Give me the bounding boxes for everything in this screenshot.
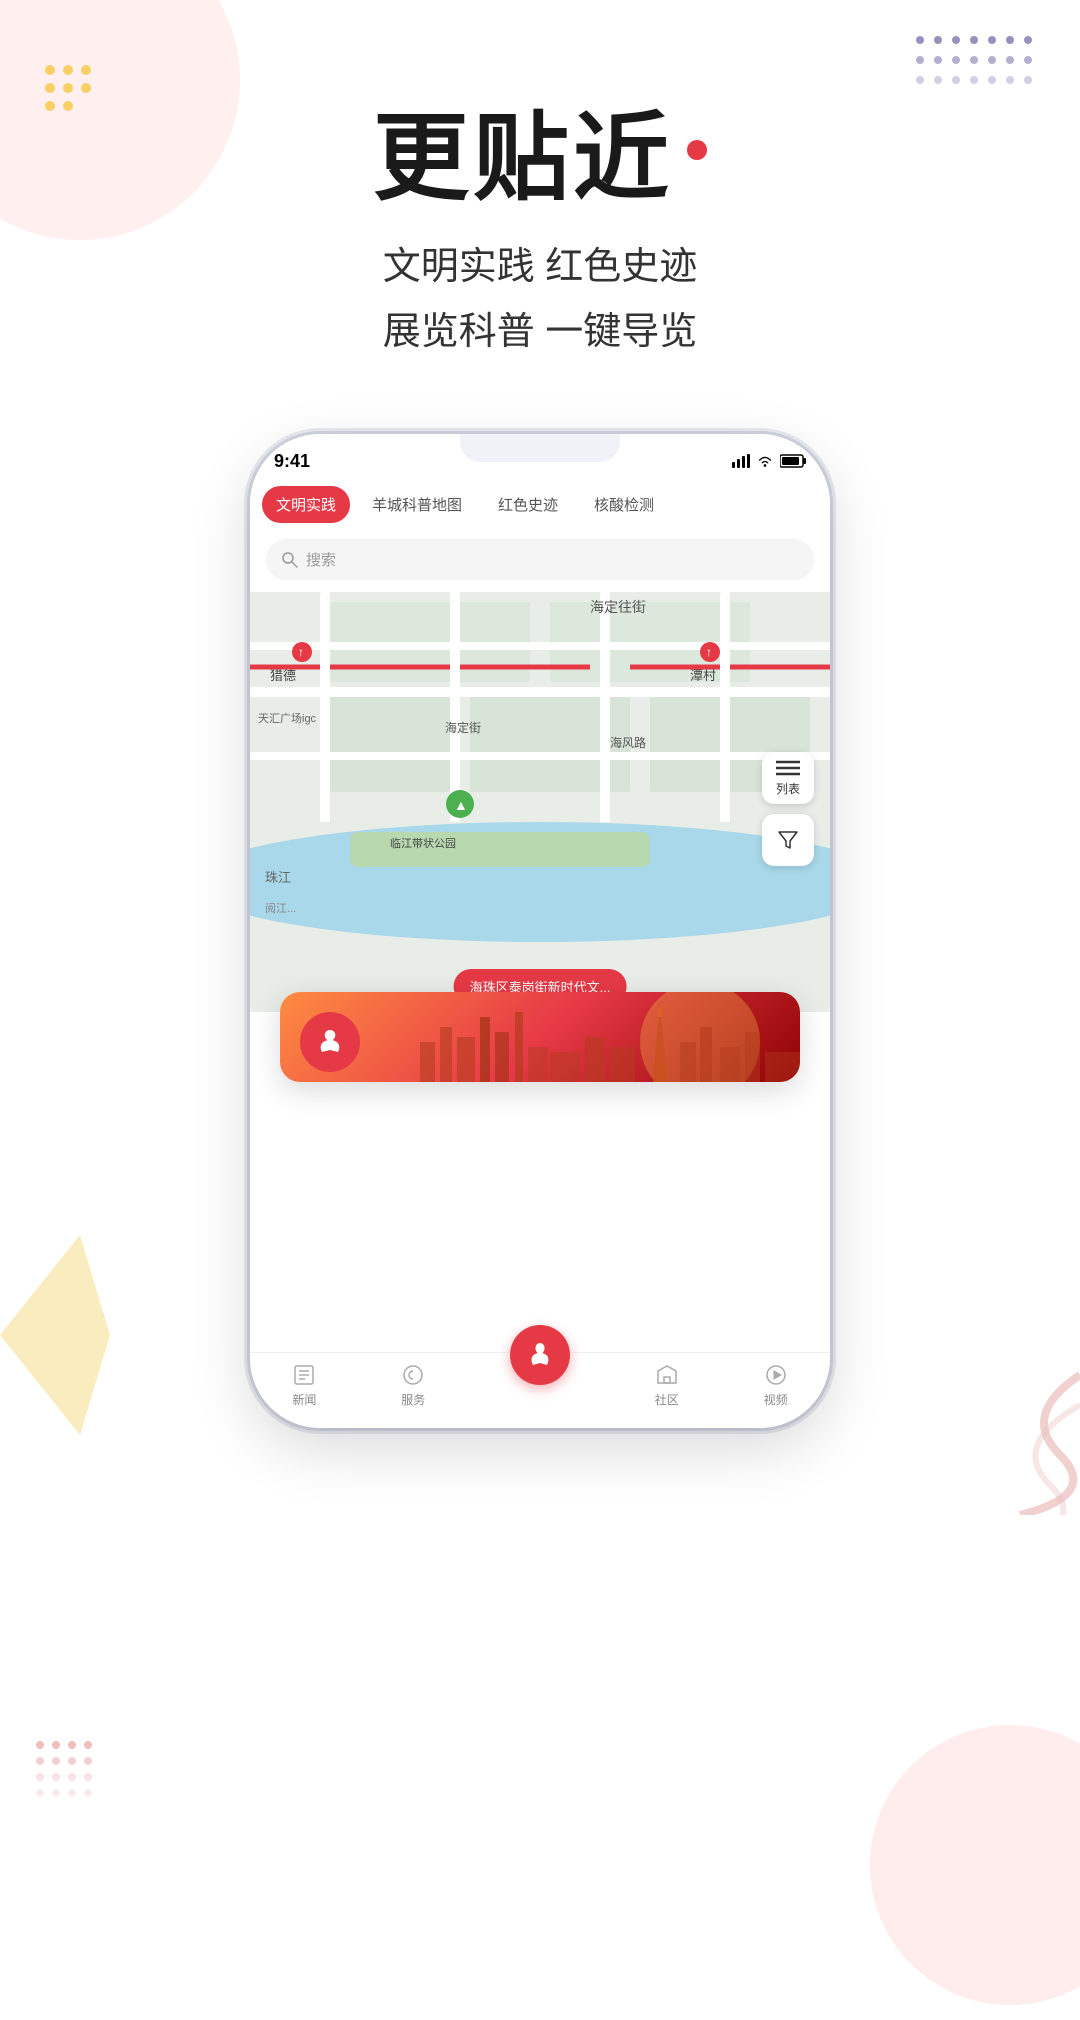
status-time: 9:41 <box>274 451 310 472</box>
phone-mockup: 9:41 <box>160 434 920 1428</box>
logo-icon <box>310 1022 350 1062</box>
map-svg: 海定往街 猎德 潭村 天汇广场igc 海定街 海风路 珠江 临江带状公园 阅江.… <box>250 592 830 1012</box>
svg-text:珠江: 珠江 <box>265 870 291 885</box>
tabbar-community[interactable]: 社区 <box>655 1363 679 1408</box>
filter-button[interactable] <box>762 814 814 866</box>
tabbar-center-fab[interactable] <box>510 1325 570 1385</box>
svg-text:海风路: 海风路 <box>610 735 646 750</box>
tab-nucleic[interactable]: 核酸检测 <box>580 486 668 523</box>
tabbar-news-label: 新闻 <box>292 1391 316 1408</box>
search-placeholder: 搜索 <box>306 549 336 570</box>
phone-tabbar: 新闻 服务 社区 <box>250 1352 830 1428</box>
tab-history[interactable]: 红色史迹 <box>484 486 572 523</box>
tabs-bar: 文明实践 羊城科普地图 红色史迹 核酸检测 <box>250 478 830 531</box>
tabbar-community-label: 社区 <box>655 1391 679 1408</box>
info-card-banner <box>280 992 800 1082</box>
list-button-label: 列表 <box>776 780 800 797</box>
hero-section: 更贴近 文明实践 红色史迹 展览科普 一键导览 <box>373 0 707 394</box>
fab-logo-icon <box>522 1337 558 1373</box>
svg-text:猎德: 猎德 <box>270 668 296 683</box>
list-icon <box>776 759 800 777</box>
subtitle-line2: 展览科普 一键导览 <box>373 300 707 365</box>
search-bar: 搜索 <box>250 531 830 592</box>
tabbar-news[interactable]: 新闻 <box>292 1363 316 1408</box>
svg-text:阅江...: 阅江... <box>265 902 296 915</box>
status-icons <box>732 454 806 468</box>
svg-text:临江带状公园: 临江带状公园 <box>390 836 456 850</box>
battery-icon <box>780 454 806 468</box>
tabbar-service[interactable]: 服务 <box>401 1363 425 1408</box>
tabbar-video[interactable]: 视频 <box>764 1363 788 1408</box>
tabbar-video-label: 视频 <box>764 1391 788 1408</box>
subtitle-line1: 文明实践 红色史迹 <box>373 235 707 300</box>
info-card: 海珠区赤岗街新时代文明实践所 广州 ★ ★ ★ ★ ★ 3.8 市级 <box>280 992 800 1082</box>
svg-text:↑: ↑ <box>706 645 712 659</box>
map-area[interactable]: 海定往街 猎德 潭村 天汇广场igc 海定街 海风路 珠江 临江带状公园 阅江.… <box>250 592 830 1012</box>
signal-icon <box>732 454 750 468</box>
hero-subtitle: 文明实践 红色史迹 展览科普 一键导览 <box>373 235 707 364</box>
community-icon <box>655 1363 679 1387</box>
svg-text:海定街: 海定街 <box>445 720 481 735</box>
tabbar-service-label: 服务 <box>401 1391 425 1408</box>
tab-science[interactable]: 羊城科普地图 <box>358 486 476 523</box>
search-icon <box>282 552 298 568</box>
hero-title: 更贴近 <box>373 80 707 219</box>
svg-text:▲: ▲ <box>454 797 468 813</box>
news-icon <box>292 1363 316 1387</box>
video-icon <box>764 1363 788 1387</box>
skyline-decoration <box>400 992 800 1082</box>
map-list-button[interactable]: 列表 <box>762 752 814 804</box>
phone-frame: 9:41 <box>250 434 830 1428</box>
svg-text:↑: ↑ <box>298 645 304 659</box>
tab-civilization[interactable]: 文明实践 <box>262 486 350 523</box>
svg-text:海定往街: 海定往街 <box>590 599 646 615</box>
red-dot-decoration <box>687 140 707 160</box>
search-input-field[interactable]: 搜索 <box>266 539 814 580</box>
hero-title-text: 更贴近 <box>373 80 673 219</box>
svg-text:潭村: 潭村 <box>690 668 716 683</box>
filter-icon <box>776 828 800 852</box>
info-card-logo <box>300 1012 360 1072</box>
service-icon <box>401 1363 425 1387</box>
phone-notch <box>460 434 620 462</box>
svg-text:天汇广场igc: 天汇广场igc <box>258 711 317 725</box>
wifi-icon <box>756 454 774 468</box>
